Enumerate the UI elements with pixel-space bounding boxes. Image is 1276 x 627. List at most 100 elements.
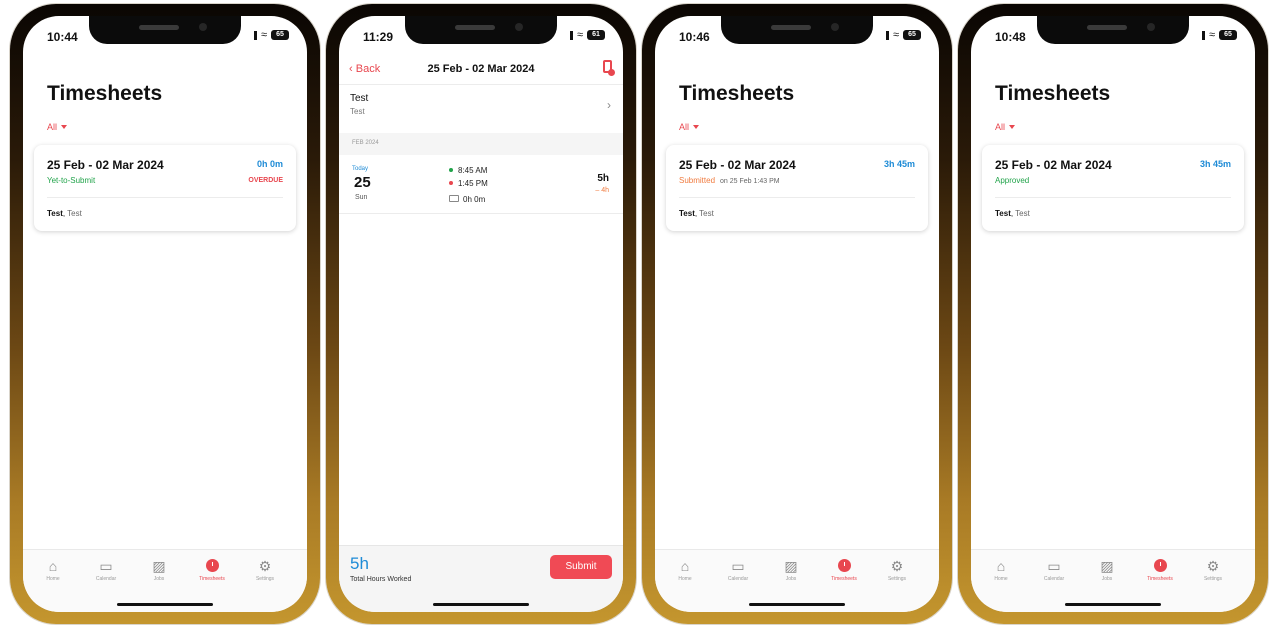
- tab-timesheets[interactable]: Timesheets: [1136, 558, 1184, 582]
- tab-home[interactable]: ⌂ Home: [977, 558, 1025, 582]
- clock-in: 8:45 AM: [449, 166, 487, 175]
- clock-in-time: 8:45 AM: [458, 166, 488, 175]
- tab-label: Jobs: [785, 576, 797, 582]
- wifi-icon: ≈: [892, 29, 899, 41]
- status-time: 10:44: [47, 30, 78, 44]
- clock-out-icon: [449, 181, 453, 185]
- signal-icon: [562, 30, 573, 40]
- tab-timesheets[interactable]: Timesheets: [820, 558, 868, 582]
- today-label: Today: [352, 166, 369, 172]
- wifi-icon: ≈: [1208, 29, 1215, 41]
- section-label: FEB 2024: [352, 140, 379, 146]
- battery-icon: 61: [587, 30, 605, 40]
- tab-jobs[interactable]: ▨ Jobs: [767, 558, 815, 582]
- status-time: 11:29: [363, 30, 394, 44]
- filter-dropdown[interactable]: All: [995, 122, 1016, 132]
- notch: [405, 16, 557, 44]
- wifi-icon: ≈: [576, 29, 583, 41]
- entry-day: 25: [354, 174, 371, 191]
- tab-label: Jobs: [1101, 576, 1113, 582]
- filter-dropdown[interactable]: All: [47, 122, 68, 132]
- home-icon: ⌂: [680, 558, 690, 574]
- user-name: Test: [679, 209, 695, 218]
- tab-label: Settings: [255, 576, 275, 582]
- card-hours: 3h 45m: [883, 159, 915, 169]
- card-hours: 3h 45m: [1199, 159, 1231, 169]
- tab-bar: ⌂ Home ▭ Calendar ▨ Jobs Timesheets ⚙ Settin…: [971, 549, 1255, 612]
- briefcase-icon: ▨: [784, 558, 798, 574]
- clock-icon: [837, 559, 851, 572]
- tab-calendar[interactable]: ▭ Calendar: [714, 558, 762, 582]
- tab-settings[interactable]: ⚙ Settings: [1189, 558, 1237, 582]
- caret-down-icon: [61, 125, 68, 129]
- coffee-cup-icon: [449, 195, 459, 202]
- clock-in-icon: [449, 168, 453, 172]
- submit-button[interactable]: Submit: [550, 555, 612, 579]
- screen: 10:46 ≈ 65 Timesheets All 25 Feb - 02 Ma…: [655, 16, 939, 612]
- status-icons: ≈ 65: [1194, 29, 1237, 41]
- employee-sub: Test: [350, 107, 365, 116]
- signal-icon: [878, 30, 889, 40]
- tab-label: Timesheets: [1147, 576, 1173, 582]
- chevron-right-icon: ›: [607, 98, 611, 112]
- tab-jobs[interactable]: ▨ Jobs: [1083, 558, 1131, 582]
- break-duration: 0h 0m: [449, 195, 485, 204]
- employee-row[interactable]: Test Test ›: [339, 84, 623, 130]
- tab-home[interactable]: ⌂ Home: [29, 558, 77, 582]
- divider: [995, 197, 1231, 198]
- delete-icon[interactable]: [603, 60, 615, 76]
- battery-icon: 65: [903, 30, 921, 40]
- time-entry-row[interactable]: Today 25 Sun 8:45 AM 1:45 PM 0h 0m 5h – …: [339, 155, 623, 213]
- entry-total: 5h: [597, 173, 609, 184]
- clock-out: 1:45 PM: [449, 179, 488, 188]
- tab-label: Home: [994, 576, 1008, 582]
- battery-icon: 65: [1219, 30, 1237, 40]
- clock-icon: [1153, 559, 1167, 572]
- submitted-date: on 25 Feb 1:43 PM: [720, 178, 780, 185]
- tab-label: Settings: [887, 576, 907, 582]
- gear-icon: ⚙: [258, 558, 272, 574]
- footer-bar: 5h Total Hours Worked Submit: [339, 545, 623, 612]
- notch: [721, 16, 873, 44]
- status-time: 10:46: [679, 30, 710, 44]
- notch: [1037, 16, 1189, 44]
- timesheet-card[interactable]: 25 Feb - 02 Mar 2024 0h 0m Yet-to-Submit…: [34, 145, 296, 231]
- tab-home[interactable]: ⌂ Home: [661, 558, 709, 582]
- filter-label: All: [679, 122, 690, 132]
- divider: [679, 197, 915, 198]
- filter-dropdown[interactable]: All: [679, 122, 700, 132]
- calendar-icon: ▭: [731, 558, 745, 574]
- card-user: Test, Test: [679, 209, 714, 218]
- tab-timesheets[interactable]: Timesheets: [188, 558, 236, 582]
- status-line: Submitted on 25 Feb 1:43 PM: [679, 176, 780, 185]
- home-indicator: [749, 603, 845, 606]
- tab-settings[interactable]: ⚙ Settings: [873, 558, 921, 582]
- divider: [47, 197, 283, 198]
- page-title: Timesheets: [679, 82, 795, 105]
- user-role: Test: [1015, 209, 1030, 218]
- home-indicator: [1065, 603, 1161, 606]
- tab-bar: ⌂ Home ▭ Calendar ▨ Jobs Timesheets ⚙ Settin…: [23, 549, 307, 612]
- home-icon: ⌂: [996, 558, 1006, 574]
- gear-icon: ⚙: [890, 558, 904, 574]
- tab-label: Calendar: [95, 576, 117, 582]
- entry-weekday: Sun: [355, 194, 368, 201]
- tab-settings[interactable]: ⚙ Settings: [241, 558, 289, 582]
- card-hours: 0h 0m: [256, 159, 283, 169]
- tab-calendar[interactable]: ▭ Calendar: [1030, 558, 1078, 582]
- user-role: Test: [67, 209, 82, 218]
- tab-jobs[interactable]: ▨ Jobs: [135, 558, 183, 582]
- clock-out-time: 1:45 PM: [458, 179, 488, 188]
- calendar-icon: ▭: [1047, 558, 1061, 574]
- back-button[interactable]: ‹ Back: [349, 63, 380, 75]
- break-time: 0h 0m: [463, 195, 486, 204]
- tab-calendar[interactable]: ▭ Calendar: [82, 558, 130, 582]
- timesheet-card[interactable]: 25 Feb - 02 Mar 2024 3h 45m Submitted on …: [666, 145, 928, 231]
- back-label: Back: [355, 63, 381, 75]
- signal-icon: [246, 30, 257, 40]
- total-hours-label: Total Hours Worked: [350, 576, 412, 583]
- user-name: Test: [995, 209, 1011, 218]
- battery-icon: 65: [271, 30, 289, 40]
- timesheet-card[interactable]: 25 Feb - 02 Mar 2024 3h 45m Approved Tes…: [982, 145, 1244, 231]
- screen: 10:44 ≈ 65 Timesheets All 25 Feb - 02 Ma…: [23, 16, 307, 612]
